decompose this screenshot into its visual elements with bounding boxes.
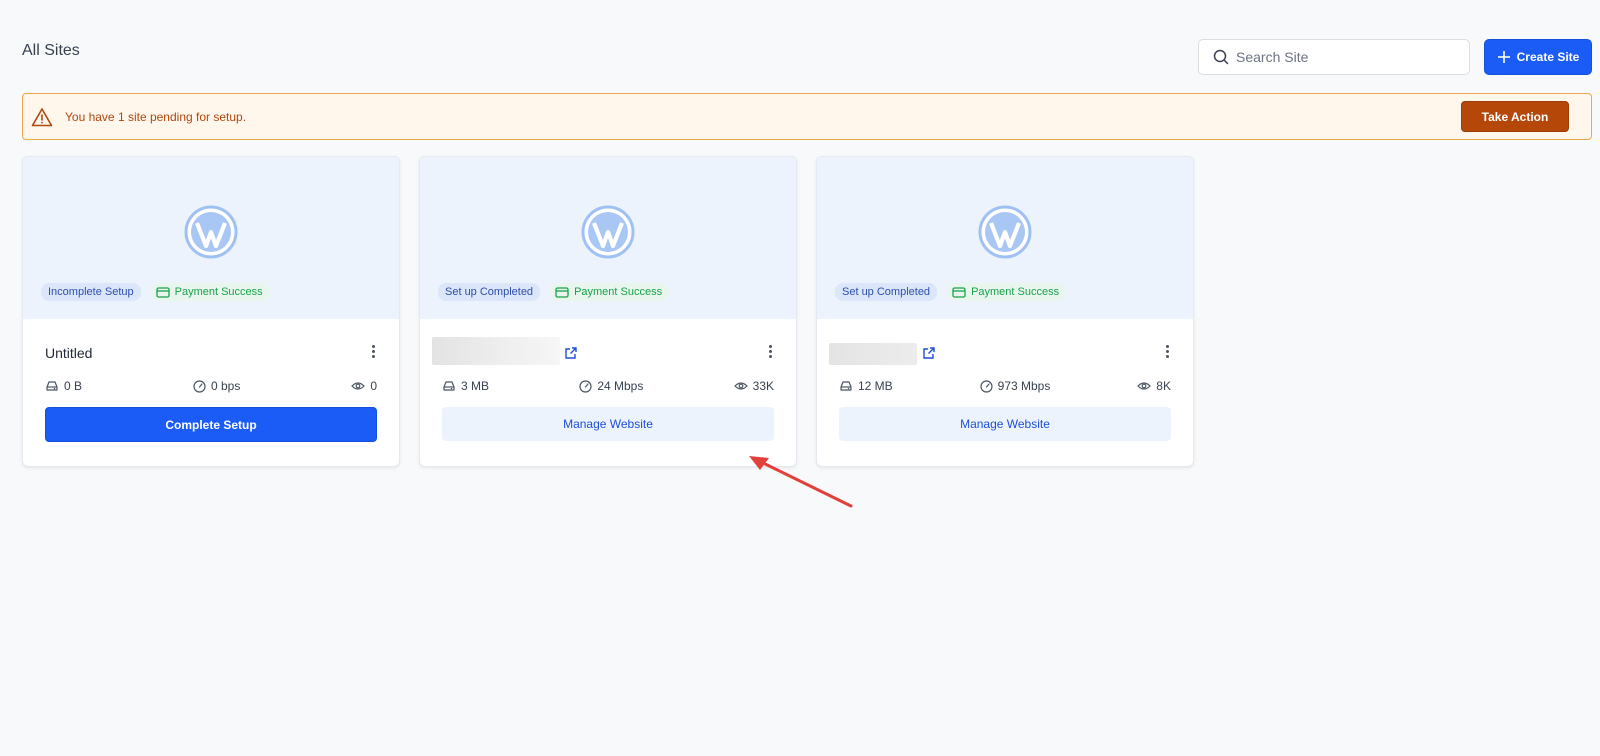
- bandwidth-stat: 973 Mbps: [980, 379, 1051, 393]
- views-stat: 33K: [733, 379, 774, 393]
- bandwidth-stat: 24 Mbps: [579, 379, 643, 393]
- credit-card-icon: [155, 286, 170, 298]
- page-title: All Sites: [22, 42, 80, 59]
- alert-message: You have 1 site pending for setup.: [65, 109, 247, 124]
- bandwidth-stat: 0 bps: [193, 379, 240, 393]
- site-card: Incomplete Setup Payment Success Untitle…: [22, 156, 400, 467]
- eye-icon: [351, 382, 366, 390]
- search-icon: [1213, 49, 1229, 65]
- wordpress-logo: [184, 205, 238, 259]
- wordpress-logo: [581, 205, 635, 259]
- create-site-button[interactable]: Create Site: [1484, 39, 1592, 75]
- views-stat: 0: [351, 379, 377, 393]
- gauge-icon: [579, 379, 592, 393]
- views-value: 8K: [1156, 379, 1171, 393]
- search-box[interactable]: [1198, 39, 1470, 75]
- site-card-hero: Set up Completed Payment Success: [420, 157, 796, 319]
- storage-stat: 12 MB: [839, 379, 893, 393]
- search-input[interactable]: [1236, 49, 1456, 65]
- plus-icon: [1497, 51, 1510, 63]
- storage-stat: 0 B: [45, 379, 82, 393]
- storage-value: 0 B: [64, 379, 83, 393]
- site-name-redacted: [829, 343, 917, 365]
- setup-status-badge: Incomplete Setup: [41, 283, 141, 301]
- views-value: 33K: [752, 379, 774, 393]
- create-site-label: Create Site: [1516, 50, 1580, 64]
- site-card-hero: Incomplete Setup Payment Success: [23, 157, 399, 319]
- wordpress-logo: [978, 205, 1032, 259]
- kebab-menu-icon[interactable]: [762, 343, 778, 359]
- credit-card-icon: [952, 286, 966, 298]
- annotation-arrow: [749, 456, 853, 508]
- payment-status-label: Payment Success: [971, 286, 1060, 298]
- complete-setup-button[interactable]: Complete Setup: [45, 407, 377, 442]
- warning-icon: [31, 107, 53, 126]
- site-card: Set up Completed Payment Success: [419, 156, 797, 467]
- eye-icon: [733, 382, 748, 390]
- credit-card-icon: [555, 286, 569, 298]
- hard-drive-icon: [443, 381, 455, 391]
- site-card: Set up Completed Payment Success: [816, 156, 1194, 467]
- gauge-icon: [980, 379, 993, 393]
- storage-stat: 3 MB: [442, 379, 489, 393]
- pending-setup-alert: You have 1 site pending for setup. Take …: [22, 93, 1592, 140]
- setup-status-badge: Set up Completed: [835, 283, 938, 301]
- site-card-hero: Set up Completed Payment Success: [817, 157, 1193, 319]
- payment-status-label: Payment Success: [174, 286, 263, 298]
- site-name: Untitled: [45, 345, 93, 361]
- payment-status-badge: Payment Success: [150, 283, 270, 301]
- payment-status-badge: Payment Success: [550, 283, 670, 301]
- manage-website-button[interactable]: Manage Website: [839, 407, 1171, 441]
- bandwidth-value: 24 Mbps: [597, 379, 644, 393]
- kebab-menu-icon[interactable]: [1159, 343, 1175, 359]
- storage-value: 12 MB: [858, 379, 893, 393]
- setup-status-badge: Set up Completed: [438, 283, 541, 301]
- views-stat: 8K: [1137, 379, 1171, 393]
- external-link-icon[interactable]: [564, 346, 578, 360]
- views-value: 0: [370, 379, 377, 393]
- hard-drive-icon: [46, 381, 58, 391]
- gauge-icon: [193, 379, 206, 393]
- manage-website-button[interactable]: Manage Website: [442, 407, 774, 441]
- site-name-redacted: [432, 337, 560, 365]
- external-link-icon[interactable]: [922, 346, 936, 360]
- bandwidth-value: 973 Mbps: [997, 379, 1051, 393]
- kebab-menu-icon[interactable]: [365, 343, 381, 359]
- bandwidth-value: 0 bps: [210, 379, 241, 393]
- take-action-button[interactable]: Take Action: [1461, 101, 1569, 132]
- hard-drive-icon: [840, 381, 852, 391]
- payment-status-label: Payment Success: [574, 286, 663, 298]
- storage-value: 3 MB: [461, 379, 490, 393]
- eye-icon: [1137, 382, 1152, 390]
- payment-status-badge: Payment Success: [947, 283, 1067, 301]
